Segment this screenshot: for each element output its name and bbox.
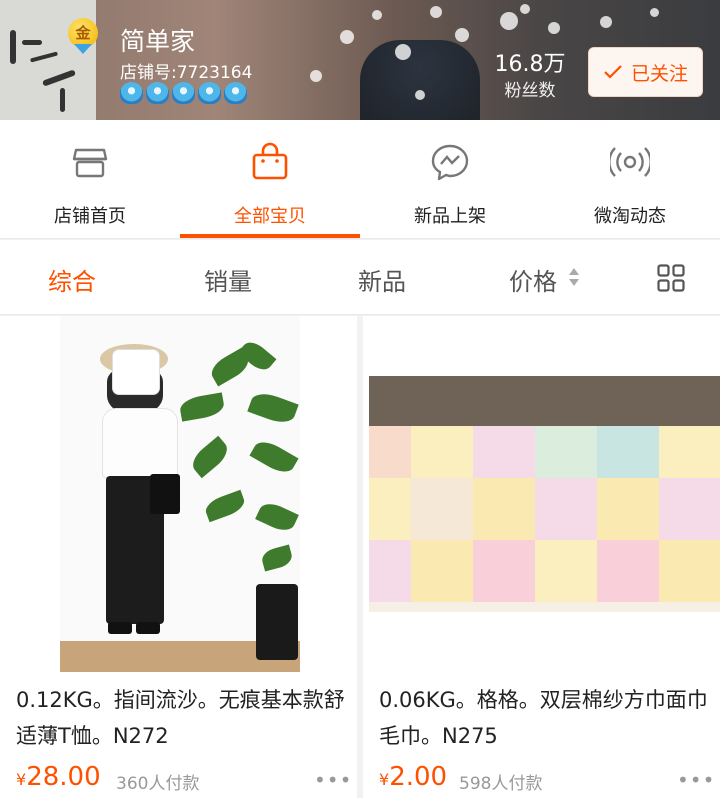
model-bag bbox=[150, 474, 180, 514]
towel-tile bbox=[659, 540, 720, 602]
towel-tile bbox=[597, 540, 659, 602]
face-sticker bbox=[113, 350, 159, 394]
chat-icon bbox=[431, 144, 469, 181]
follow-button[interactable]: 已关注 bbox=[588, 47, 703, 97]
crown-icon bbox=[198, 82, 221, 104]
header-background-blossom bbox=[372, 10, 382, 20]
product-title[interactable]: 0.06KG。格格。双层棉纱方巾面巾毛巾。N275 bbox=[379, 682, 709, 754]
product-title[interactable]: 0.12KG。指间流沙。无痕基本款舒适薄T恤。N272 bbox=[16, 682, 346, 754]
shop-name: 简单家 bbox=[120, 27, 196, 56]
header-background-blossom bbox=[520, 4, 530, 14]
more-options-icon[interactable]: ••• bbox=[677, 768, 715, 792]
model-shoe bbox=[136, 622, 160, 634]
tab-store-home[interactable]: 店铺首页 bbox=[0, 120, 180, 239]
calligraphy-stroke bbox=[22, 40, 42, 45]
header-background-blossom bbox=[455, 28, 469, 42]
more-options-icon[interactable]: ••• bbox=[314, 768, 352, 792]
tab-new-arrivals[interactable]: 新品上架 bbox=[360, 120, 540, 239]
towel-fabric bbox=[369, 426, 720, 612]
currency-symbol: ¥ bbox=[16, 770, 27, 789]
crown-icon bbox=[172, 82, 195, 104]
product-image[interactable] bbox=[0, 316, 357, 672]
active-tab-underline bbox=[180, 234, 360, 238]
sort-overall[interactable]: 综合 bbox=[48, 262, 96, 297]
towel-tile bbox=[535, 478, 597, 540]
tab-label: 店铺首页 bbox=[54, 206, 126, 227]
header-background-blossom bbox=[600, 16, 612, 28]
currency-symbol: ¥ bbox=[379, 770, 390, 789]
header-background-blossom bbox=[548, 22, 560, 34]
towel-tile bbox=[369, 478, 411, 540]
fans-label: 粉丝数 bbox=[504, 81, 556, 101]
towel-tile bbox=[597, 426, 659, 478]
product-price: ¥28.00 bbox=[16, 762, 101, 792]
header-background-blossom bbox=[415, 90, 425, 100]
checkmark-icon bbox=[604, 65, 622, 79]
header-background-blossom bbox=[310, 70, 322, 82]
shop-id: 店铺号:7723164 bbox=[120, 63, 253, 83]
tab-label: 全部宝贝 bbox=[234, 206, 306, 227]
product-card[interactable]: 0.12KG。指间流沙。无痕基本款舒适薄T恤。N272 ¥28.00 360人付… bbox=[0, 316, 357, 798]
model-shirt bbox=[102, 408, 178, 478]
header-background-vase bbox=[360, 40, 480, 120]
towel-tile bbox=[659, 426, 720, 478]
towel-tile bbox=[369, 426, 411, 478]
price-value: 2.00 bbox=[389, 762, 448, 792]
tab-weitao-feed[interactable]: 微淘动态 bbox=[540, 120, 720, 239]
calligraphy-stroke bbox=[29, 51, 59, 63]
towel-tile bbox=[473, 540, 535, 602]
towel-tile bbox=[411, 426, 473, 478]
towel-tile bbox=[411, 478, 473, 540]
follow-button-label: 已关注 bbox=[630, 62, 688, 85]
gold-medal-icon: 金 bbox=[68, 18, 98, 54]
seller-rating-crowns bbox=[120, 82, 247, 104]
grid-view-icon[interactable] bbox=[657, 264, 685, 292]
plant-pot bbox=[256, 584, 298, 660]
sold-count: 360人付款 bbox=[116, 774, 200, 794]
tab-label: 微淘动态 bbox=[594, 206, 666, 227]
crown-icon bbox=[146, 82, 169, 104]
shop-nav: 店铺首页 全部宝贝 新品上架 微淘动态 bbox=[0, 120, 720, 239]
towel-tile bbox=[473, 426, 535, 478]
bag-icon bbox=[252, 142, 288, 180]
header-background-blossom bbox=[340, 30, 354, 44]
tab-all-items[interactable]: 全部宝贝 bbox=[180, 120, 360, 239]
shop-header: 金 简单家 店铺号:7723164 16.8万 粉丝数 已关注 bbox=[0, 0, 720, 120]
broadcast-icon bbox=[610, 147, 650, 177]
sort-price[interactable]: 价格 bbox=[509, 262, 557, 297]
product-price: ¥2.00 bbox=[379, 762, 447, 792]
product-image[interactable] bbox=[363, 316, 720, 672]
calligraphy-stroke bbox=[10, 30, 16, 64]
calligraphy-stroke bbox=[41, 69, 77, 87]
store-icon bbox=[72, 148, 108, 178]
crown-icon bbox=[120, 82, 143, 104]
sort-newest[interactable]: 新品 bbox=[358, 262, 406, 297]
calligraphy-stroke bbox=[60, 88, 65, 112]
header-background-blossom bbox=[430, 6, 442, 18]
crown-icon bbox=[224, 82, 247, 104]
sort-bar: 综合 销量 新品 价格 bbox=[0, 240, 720, 315]
header-background-blossom bbox=[500, 12, 518, 30]
sold-count: 598人付款 bbox=[459, 774, 543, 794]
header-background-blossom bbox=[650, 8, 659, 17]
model-shoe bbox=[108, 622, 132, 634]
towel-tile bbox=[597, 478, 659, 540]
towel-tile bbox=[369, 540, 411, 602]
sort-arrows-icon[interactable] bbox=[567, 266, 581, 288]
fans-count: 16.8万 bbox=[494, 52, 566, 77]
towel-tile bbox=[411, 540, 473, 602]
product-card[interactable]: 0.06KG。格格。双层棉纱方巾面巾毛巾。N275 ¥2.00 598人付款 •… bbox=[363, 316, 720, 798]
sort-sales[interactable]: 销量 bbox=[204, 262, 252, 297]
towel-tile bbox=[535, 426, 597, 478]
towel-tile bbox=[473, 478, 535, 540]
tab-label: 新品上架 bbox=[414, 206, 486, 227]
price-value: 28.00 bbox=[26, 762, 101, 792]
towel-tile bbox=[535, 540, 597, 602]
header-background-blossom bbox=[395, 44, 411, 60]
towel-tile bbox=[659, 478, 720, 540]
